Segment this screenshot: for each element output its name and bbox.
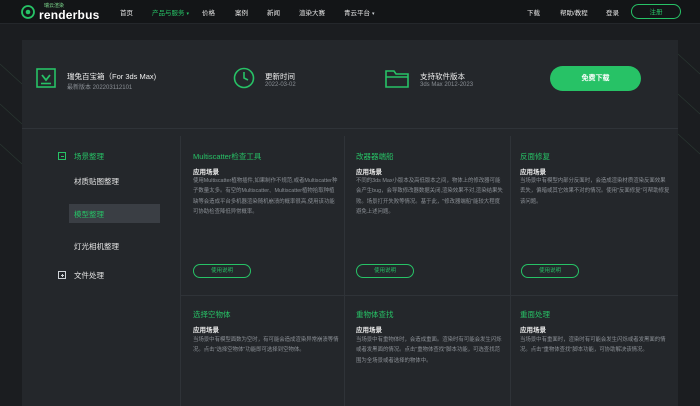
- support-version-value: 3ds Max 2012-2023: [420, 82, 474, 88]
- nav-cases[interactable]: 案例: [235, 7, 248, 17]
- product-title: 瑞兔百宝箱（For 3ds Max): [67, 72, 157, 81]
- card-subtitle: 应用场景: [193, 169, 219, 176]
- card-subtitle: 应用场景: [520, 169, 546, 176]
- renderbus-logo-icon: [21, 5, 35, 19]
- row-separator: [180, 295, 678, 296]
- card-title: 重物体查找: [356, 310, 394, 319]
- card-description: 当场景中有重面时，渲染时有可能会发生闪烁或者发黑面的情况。点击"重物体查找"脚本…: [520, 337, 666, 354]
- update-time-label: 更新时间: [265, 72, 295, 81]
- card-subtitle: 应用场景: [193, 327, 219, 334]
- nav-contest[interactable]: 渲染大赛: [299, 7, 325, 17]
- card-title: 重面处理: [520, 310, 550, 319]
- sidebar-item-scene[interactable]: 场景整理: [74, 151, 104, 162]
- card-description: 使用Multiscatter植物插件,如果制作不规范,或者Multiscatte…: [193, 178, 338, 215]
- sidebar-item-model[interactable]: 模型整理: [74, 209, 104, 220]
- usage-guide-button[interactable]: 使用说明: [356, 264, 414, 278]
- collapse-square-icon[interactable]: [58, 152, 66, 160]
- nav-news[interactable]: 新闻: [267, 7, 280, 17]
- free-download-button[interactable]: 免费下载: [550, 66, 641, 91]
- nav-qingyun-label: 青云平台: [344, 10, 370, 17]
- nav-download[interactable]: 下载: [527, 7, 540, 17]
- nav-products[interactable]: 产品与服务 ▾: [152, 7, 189, 17]
- latest-version: 最新版本 202203112101: [67, 85, 133, 91]
- nav-qingyun[interactable]: 青云平台 ▾: [344, 7, 375, 17]
- card-subtitle: 应用场景: [520, 327, 546, 334]
- nav-pricing[interactable]: 价格: [202, 7, 215, 17]
- section-divider: [22, 128, 678, 129]
- column-separator: [510, 136, 511, 406]
- card-description: 当场景中有模型面数为空时，有可能会造成渲染异常崩溃等情况。点击"选择空物体"功能…: [193, 337, 339, 354]
- update-time-value: 2022-03-02: [265, 82, 296, 88]
- column-separator: [344, 136, 345, 406]
- clock-icon: [233, 67, 255, 89]
- top-nav: 瑞云渲染 renderbus 首页 产品与服务 ▾ 价格 案例 新闻 渲染大赛 青…: [0, 0, 700, 24]
- usage-guide-button[interactable]: 使用说明: [193, 264, 251, 278]
- usage-guide-button[interactable]: 使用说明: [521, 264, 579, 278]
- column-separator: [180, 136, 181, 406]
- support-version-label: 支持软件版本: [420, 72, 465, 81]
- login-link[interactable]: 登录: [606, 7, 619, 17]
- card-title: Multiscatter检查工具: [193, 152, 262, 161]
- register-button[interactable]: 注册: [631, 4, 681, 19]
- chevron-down-icon: ▾: [186, 11, 190, 17]
- card-subtitle: 应用场景: [356, 327, 382, 334]
- chevron-down-icon: ▾: [372, 11, 375, 17]
- sidebar-item-material[interactable]: 材质贴图整理: [74, 176, 119, 187]
- card-description: 不同的3ds Max小版本及高低版本之间，物体上的修改器可能会产生bug，会导致…: [356, 178, 503, 215]
- card-description: 当场景中有模型内部分反面时，会造成渲染材质渲染反面效果丢失，偏暗或其它效果不对的…: [520, 178, 670, 205]
- nav-help[interactable]: 帮助/教程: [560, 7, 588, 17]
- nav-home[interactable]: 首页: [120, 7, 133, 17]
- card-title: 改器器端船: [356, 152, 394, 161]
- card-subtitle: 应用场景: [356, 169, 382, 176]
- download-box-icon: [36, 68, 56, 88]
- folder-icon: [385, 70, 409, 88]
- card-description: 当场景中有重物体时，会造成重面。渲染时有可能会发生闪烁或者发黑面的情况。点击"重…: [356, 337, 502, 364]
- nav-products-label: 产品与服务: [152, 10, 185, 17]
- sidebar-item-file[interactable]: 文件处理: [74, 270, 104, 281]
- logo-text: renderbus: [39, 8, 100, 22]
- card-title: 反面修复: [520, 152, 550, 161]
- expand-square-icon[interactable]: [58, 271, 66, 279]
- sidebar-item-light[interactable]: 灯光相机整理: [74, 241, 119, 252]
- card-title: 选择空物体: [193, 310, 231, 319]
